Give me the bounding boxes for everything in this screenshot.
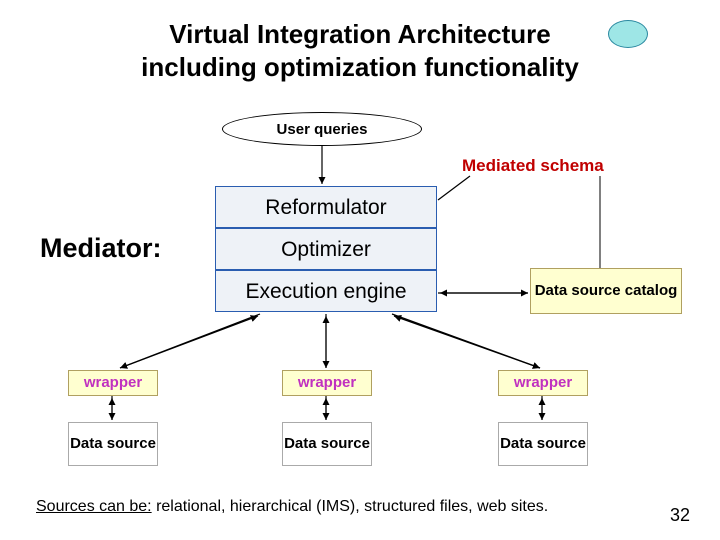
data-source-label: Data source	[500, 436, 586, 453]
mediated-schema-label: Mediated schema	[462, 156, 604, 176]
wrapper-box-1: wrapper	[68, 370, 158, 396]
data-source-label: Data source	[70, 436, 156, 453]
data-source-box-3: Data source	[498, 422, 588, 466]
footer-rest: relational, hierarchical (IMS), structur…	[152, 498, 549, 515]
optimizer-box: Optimizer	[215, 228, 437, 270]
execution-engine-box: Execution engine	[215, 270, 437, 312]
wrapper-box-2: wrapper	[282, 370, 372, 396]
data-source-label: Data source	[284, 436, 370, 453]
wrapper-box-3: wrapper	[498, 370, 588, 396]
title-line2: including optimization functionality	[141, 52, 579, 82]
page-number: 32	[670, 505, 690, 526]
mediator-label: Mediator:	[40, 233, 162, 264]
wrapper-label: wrapper	[84, 374, 142, 391]
reformulator-box: Reformulator	[215, 186, 437, 228]
title-line1: Virtual Integration Architecture	[169, 19, 550, 49]
data-source-box-1: Data source	[68, 422, 158, 466]
footer-prefix: Sources can be:	[36, 498, 152, 515]
data-source-catalog-box: Data source catalog	[530, 268, 682, 314]
footer-text: Sources can be: relational, hierarchical…	[36, 498, 548, 516]
wrapper-label: wrapper	[514, 374, 572, 391]
user-queries-label: User queries	[277, 121, 368, 138]
mediator-stack: Reformulator Optimizer Execution engine	[215, 186, 437, 312]
wrapper-label: wrapper	[298, 374, 356, 391]
catalog-label: Data source catalog	[535, 283, 678, 300]
user-queries-node: User queries	[222, 112, 422, 146]
decorative-oval	[608, 20, 648, 48]
data-source-box-2: Data source	[282, 422, 372, 466]
